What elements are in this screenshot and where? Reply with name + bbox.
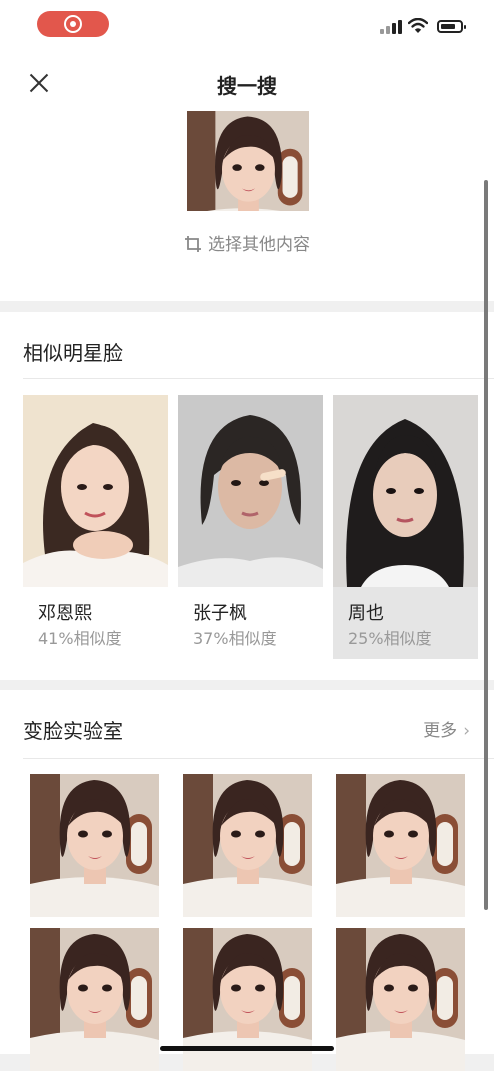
status-bar xyxy=(0,0,494,50)
similar-star-section: 相似明星脸 邓恩熙 41%相似度 张子枫 37%相似度 周也 25%相似度 xyxy=(0,312,494,680)
star-photo xyxy=(333,395,478,587)
face-lab-section: 变脸实验室 更多 › xyxy=(0,690,494,1071)
similarity-score: 41%相似度 xyxy=(38,629,122,648)
more-link[interactable]: 更多 › xyxy=(423,716,470,741)
select-other-content-button[interactable]: 选择其他内容 xyxy=(0,230,494,255)
face-variant-thumbnail[interactable] xyxy=(183,774,312,917)
divider xyxy=(23,758,494,759)
star-photo xyxy=(23,395,168,587)
crop-icon xyxy=(185,236,201,252)
face-variant-thumbnail[interactable] xyxy=(336,774,465,917)
battery-icon xyxy=(437,20,466,33)
section-title-face-lab: 变脸实验室 xyxy=(23,719,123,743)
select-other-content-label: 选择其他内容 xyxy=(208,235,310,255)
star-photo xyxy=(178,395,323,587)
divider xyxy=(23,378,494,379)
star-card[interactable]: 邓恩熙 41%相似度 xyxy=(23,395,168,659)
section-title-similar: 相似明星脸 xyxy=(23,341,123,365)
star-name: 邓恩熙 xyxy=(38,603,92,624)
cellular-signal-icon xyxy=(380,20,404,34)
more-label: 更多 xyxy=(423,721,458,741)
search-header-panel: 搜一搜 选择其他内容 xyxy=(0,50,494,301)
similarity-score: 25%相似度 xyxy=(348,629,432,648)
wifi-icon xyxy=(408,18,428,33)
home-indicator[interactable] xyxy=(160,1046,334,1051)
page-title: 搜一搜 xyxy=(217,74,277,98)
scrollbar[interactable] xyxy=(484,180,488,910)
star-card[interactable]: 张子枫 37%相似度 xyxy=(178,395,323,659)
screen-record-indicator[interactable] xyxy=(37,11,109,37)
record-icon xyxy=(64,15,82,33)
chevron-right-icon: › xyxy=(463,721,470,741)
star-card[interactable]: 周也 25%相似度 xyxy=(333,395,478,659)
face-variant-thumbnail[interactable] xyxy=(30,928,159,1071)
similarity-score: 37%相似度 xyxy=(193,629,277,648)
face-variant-thumbnail[interactable] xyxy=(30,774,159,917)
face-variant-thumbnail[interactable] xyxy=(336,928,465,1071)
star-name: 周也 xyxy=(348,603,384,624)
star-name: 张子枫 xyxy=(193,603,247,624)
query-image[interactable] xyxy=(187,111,309,211)
